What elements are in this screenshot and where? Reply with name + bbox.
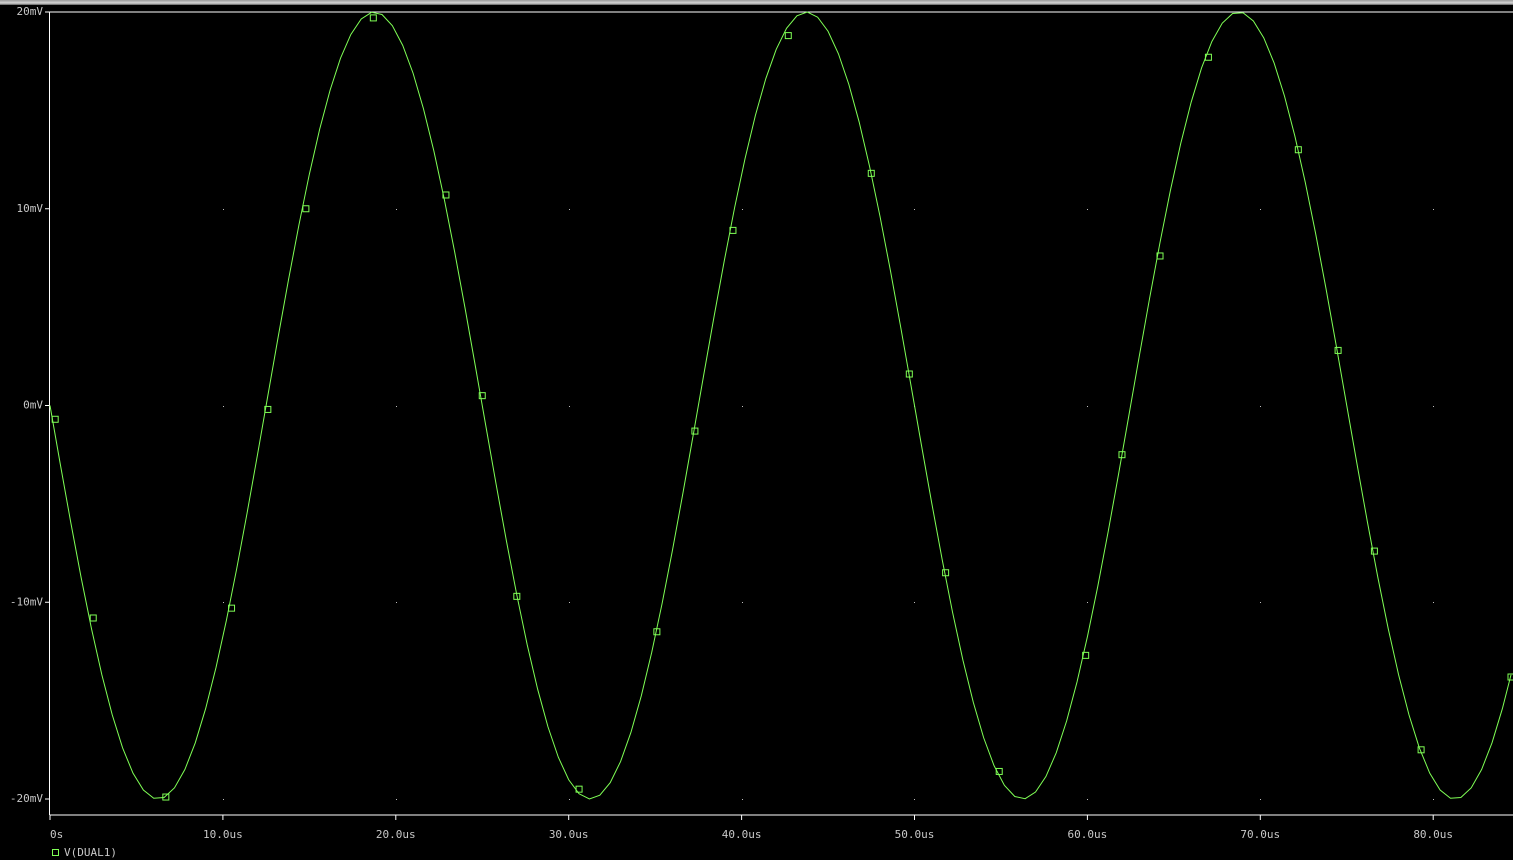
grid-dot [569, 209, 570, 210]
x-tick-label: 0s [50, 828, 63, 841]
trace-v-dual1[interactable] [49, 11, 1513, 801]
grid-dots [223, 209, 1434, 800]
probe-plot[interactable]: 20mV 10mV 0mV -10mV -20mV 0s 10.0us 20.0us 30.0… [0, 0, 1513, 860]
x-tick-label: 40.0us [722, 828, 762, 841]
y-tick-label: -10mV [10, 595, 43, 608]
x-tick-label: 30.0us [549, 828, 589, 841]
grid-dot [1087, 406, 1088, 407]
y-axis-ticks: 20mV 10mV 0mV -10mV -20mV [10, 5, 50, 805]
y-tick-label: 20mV [17, 5, 44, 18]
legend-label: V(DUAL1) [64, 845, 117, 859]
grid-dot [1433, 209, 1434, 210]
trace-line[interactable] [49, 11, 1512, 800]
grid-dot [1260, 406, 1261, 407]
x-axis-ticks: 0s 10.0us 20.0us 30.0us 40.0us 50.0us 60.0us 70… [49, 815, 1453, 841]
grid-dot [742, 799, 743, 800]
grid-dot [223, 406, 224, 407]
grid-dot [1433, 799, 1434, 800]
x-tick-label: 80.0us [1413, 828, 1453, 841]
trace-marker [784, 32, 792, 40]
grid-dot [396, 799, 397, 800]
trace-marker [302, 205, 310, 213]
legend[interactable]: V(DUAL1) [52, 845, 117, 859]
grid-dot [569, 602, 570, 603]
grid-dot [223, 209, 224, 210]
grid-dot [1260, 602, 1261, 603]
y-tick-label: -20mV [10, 792, 43, 805]
grid-dot [569, 799, 570, 800]
grid-dot [742, 602, 743, 603]
grid-dot [569, 406, 570, 407]
grid-dot [742, 209, 743, 210]
y-tick-label: 10mV [17, 202, 44, 215]
grid-dot [914, 602, 915, 603]
grid-dot [914, 799, 915, 800]
grid-dot [1260, 799, 1261, 800]
x-tick-label: 70.0us [1240, 828, 1280, 841]
grid-dot [742, 406, 743, 407]
legend-square-marker-icon [52, 848, 59, 856]
grid-dot [396, 209, 397, 210]
grid-dot [1087, 209, 1088, 210]
grid-dot [1087, 602, 1088, 603]
trace-marker [369, 14, 377, 22]
x-tick-label: 50.0us [895, 828, 935, 841]
grid-dot [1087, 799, 1088, 800]
x-tick-label: 20.0us [376, 828, 416, 841]
y-tick-label: 0mV [23, 399, 43, 412]
grid-dot [914, 209, 915, 210]
grid-dot [1433, 406, 1434, 407]
grid-dot [1433, 602, 1434, 603]
grid-dot [396, 406, 397, 407]
trace-marker [691, 427, 699, 435]
x-tick-label: 60.0us [1068, 828, 1108, 841]
grid-dot [223, 602, 224, 603]
grid-dot [1260, 209, 1261, 210]
trace-marker [1334, 346, 1342, 354]
grid-dot [223, 799, 224, 800]
trace-marker [89, 614, 97, 622]
x-tick-label: 10.0us [203, 828, 243, 841]
grid-dot [396, 602, 397, 603]
